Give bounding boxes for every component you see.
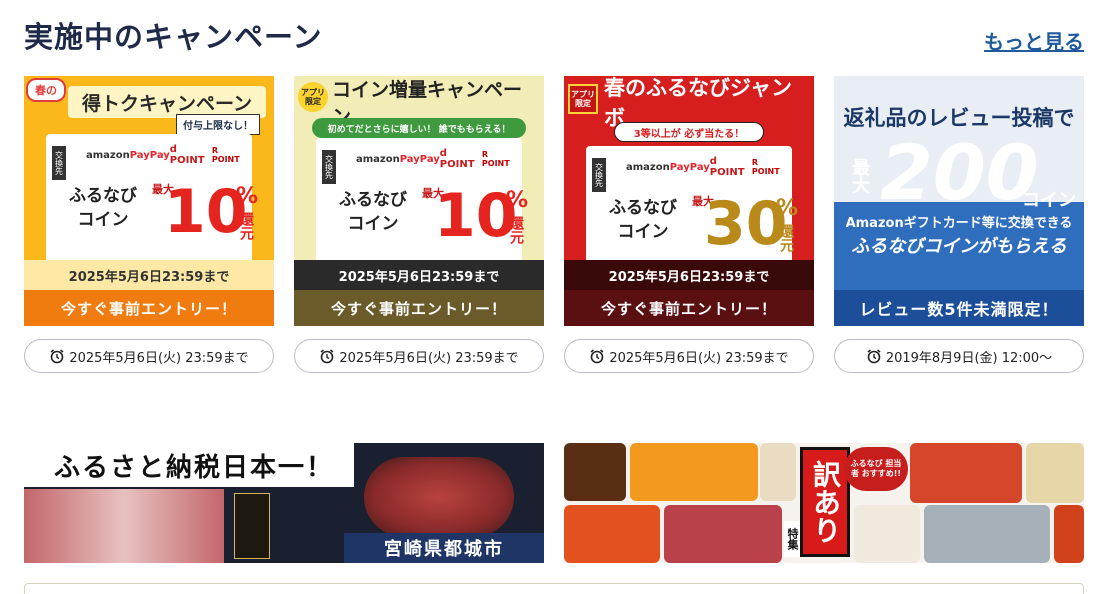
banner-tagline: ふるなびコインがもらえる bbox=[851, 236, 1067, 257]
amazon-logo: amazon bbox=[626, 161, 670, 173]
exchange-label: 交換先 bbox=[322, 150, 336, 184]
percent-sign: % bbox=[506, 188, 529, 213]
coin-label: ふるなび コイン bbox=[609, 198, 677, 242]
alarm-clock-icon bbox=[50, 349, 64, 364]
dpoint-logo: d POINT bbox=[439, 148, 475, 170]
entry-label: 今すぐ事前エントリー！ bbox=[564, 290, 814, 326]
shochu-bottle-image bbox=[234, 493, 270, 559]
percent-sign: % bbox=[236, 184, 259, 209]
partner-logos: amazon PayPay d POINT R POINT bbox=[356, 148, 516, 170]
banner-deadline: 2025年5月6日23:59まで bbox=[564, 260, 814, 290]
banner-tag: アプリ 限定 bbox=[298, 82, 328, 112]
campaign-card-3: アプリ 限定 春のふるなびジャンボ 3等以上が 必ず当たる！ 交換先 amazo… bbox=[564, 76, 814, 373]
sashimi-image bbox=[924, 505, 1050, 563]
vegetable-image bbox=[564, 505, 660, 563]
entry-label: 今すぐ事前エントリー！ bbox=[294, 290, 544, 326]
feature-label: 特集 bbox=[784, 521, 800, 557]
banner-band: 初めてだとさらに嬉しい！ 誰でももらえる！ bbox=[312, 118, 526, 138]
campaign-period: 2025年5月6日(火) 23:59まで bbox=[294, 339, 544, 373]
paypay-logo: PayPay bbox=[669, 161, 710, 173]
rice-image bbox=[854, 505, 920, 563]
campaign-banner-4[interactable]: 返礼品のレビュー投稿で 最大 200 コイン Amazonギフトカード等に交換で… bbox=[834, 76, 1084, 326]
dpoint-logo: d POINT bbox=[709, 156, 745, 178]
campaign-list: 春の 得トクキャンペーン 付与上限なし！ 交換先 amazon PayPay d… bbox=[24, 76, 1084, 376]
promo-banner-wakeari[interactable]: 訳あり 特集 ふるなび 担当者 おすすめ!! bbox=[564, 443, 1084, 563]
rpoint-logo: R POINT bbox=[481, 150, 510, 168]
coin-label: ふるなび コイン bbox=[69, 186, 137, 230]
campaign-banner-2[interactable]: アプリ 限定 コイン増量キャンペーン 初めてだとさらに嬉しい！ 誰でももらえる！… bbox=[294, 76, 544, 326]
banner-subtitle: 付与上限なし！ bbox=[176, 114, 260, 135]
promo-region: 宮崎県都城市 bbox=[344, 533, 544, 563]
campaigns-header: 実施中のキャンペーン もっと見る bbox=[24, 14, 1084, 58]
dpoint-logo: d POINT bbox=[169, 144, 205, 166]
exchange-label: 交換先 bbox=[592, 158, 606, 192]
banner-tag: アプリ 限定 bbox=[568, 84, 598, 114]
campaign-banner-3[interactable]: アプリ 限定 春のふるなびジャンボ 3等以上が 必ず当たる！ 交換先 amazo… bbox=[564, 76, 814, 326]
return-label: 還元 bbox=[508, 216, 524, 244]
return-label: 還元 bbox=[238, 212, 254, 240]
period-text: 2019年8月9日(金) 12:00〜 bbox=[885, 350, 1053, 366]
more-link[interactable]: もっと見る bbox=[984, 26, 1084, 55]
percent-value: 10 bbox=[164, 177, 248, 247]
banner-title: 春のふるなびジャンボ bbox=[604, 76, 792, 130]
promo-banner-miyakonojo[interactable]: ふるさと納税日本一！ 宮崎県都城市 bbox=[24, 443, 544, 563]
snack-image bbox=[1026, 443, 1084, 503]
alarm-clock-icon bbox=[320, 349, 334, 364]
wakeari-label: 訳あり bbox=[800, 447, 850, 557]
partner-logos: amazon PayPay d POINT R POINT bbox=[86, 144, 246, 166]
amazon-logo: amazon bbox=[86, 149, 130, 161]
banner-tag: 春の bbox=[26, 78, 66, 102]
campaign-period: 2025年5月6日(火) 23:59まで bbox=[24, 339, 274, 373]
amazon-logo: amazon bbox=[356, 153, 400, 165]
banner-note: Amazonギフトカード等に交換できる bbox=[845, 216, 1073, 231]
alarm-clock-icon bbox=[867, 349, 881, 364]
banner-title: コイン増量キャンペーン bbox=[332, 79, 523, 128]
recommend-badge: ふるなび 担当者 おすすめ!! bbox=[844, 447, 908, 491]
paypay-logo: PayPay bbox=[129, 149, 170, 161]
campaign-banner-1[interactable]: 春の 得トクキャンペーン 付与上限なし！ 交換先 amazon PayPay d… bbox=[24, 76, 274, 326]
campaign-card-2: アプリ 限定 コイン増量キャンペーン 初めてだとさらに嬉しい！ 誰でももらえる！… bbox=[294, 76, 544, 373]
banner-deadline: 2025年5月6日23:59まで bbox=[24, 260, 274, 290]
alarm-clock-icon bbox=[590, 349, 604, 364]
percent-sign: % bbox=[776, 196, 799, 221]
steak-image bbox=[364, 457, 514, 537]
entry-label: レビュー数5件未満限定！ bbox=[834, 290, 1084, 326]
period-text: 2025年5月6日(火) 23:59まで bbox=[339, 350, 519, 366]
ikura-image bbox=[1054, 505, 1084, 563]
campaign-period: 2025年5月6日(火) 23:59まで bbox=[564, 339, 814, 373]
egg-image bbox=[760, 443, 796, 501]
promo-title: ふるさと納税日本一！ bbox=[24, 443, 354, 487]
coin-unit: コイン bbox=[1022, 190, 1076, 211]
period-text: 2025年5月6日(火) 23:59まで bbox=[69, 350, 249, 366]
meat-plate-image bbox=[24, 489, 224, 563]
coin-label: ふるなび コイン bbox=[339, 190, 407, 234]
return-label: 還元 bbox=[778, 224, 794, 252]
partner-logos: amazon PayPay d POINT R POINT bbox=[626, 156, 786, 178]
next-section-box bbox=[24, 583, 1084, 594]
percent-value: 10 bbox=[434, 181, 518, 251]
campaign-card-1: 春の 得トクキャンペーン 付与上限なし！ 交換先 amazon PayPay d… bbox=[24, 76, 274, 373]
max-label: 最大 bbox=[849, 158, 870, 194]
orange-image bbox=[630, 443, 758, 501]
fruit-image bbox=[910, 443, 1022, 503]
campaign-period: 2019年8月9日(金) 12:00〜 bbox=[834, 339, 1084, 373]
percent-value: 30 bbox=[704, 189, 788, 259]
coin-amount: 200 bbox=[880, 128, 1039, 217]
period-text: 2025年5月6日(火) 23:59まで bbox=[609, 350, 789, 366]
paypay-logo: PayPay bbox=[399, 153, 440, 165]
exchange-label: 交換先 bbox=[52, 146, 66, 180]
rpoint-logo: R POINT bbox=[211, 146, 240, 164]
section-title: 実施中のキャンペーン bbox=[24, 20, 323, 54]
campaign-card-4: 返礼品のレビュー投稿で 最大 200 コイン Amazonギフトカード等に交換で… bbox=[834, 76, 1084, 373]
entry-label: 今すぐ事前エントリー！ bbox=[24, 290, 274, 326]
banner-deadline: 2025年5月6日23:59まで bbox=[294, 260, 544, 290]
banner-band: 3等以上が 必ず当たる！ bbox=[614, 122, 764, 142]
hamburg-image bbox=[564, 443, 626, 501]
beef-image bbox=[664, 505, 782, 563]
rpoint-logo: R POINT bbox=[751, 158, 780, 176]
